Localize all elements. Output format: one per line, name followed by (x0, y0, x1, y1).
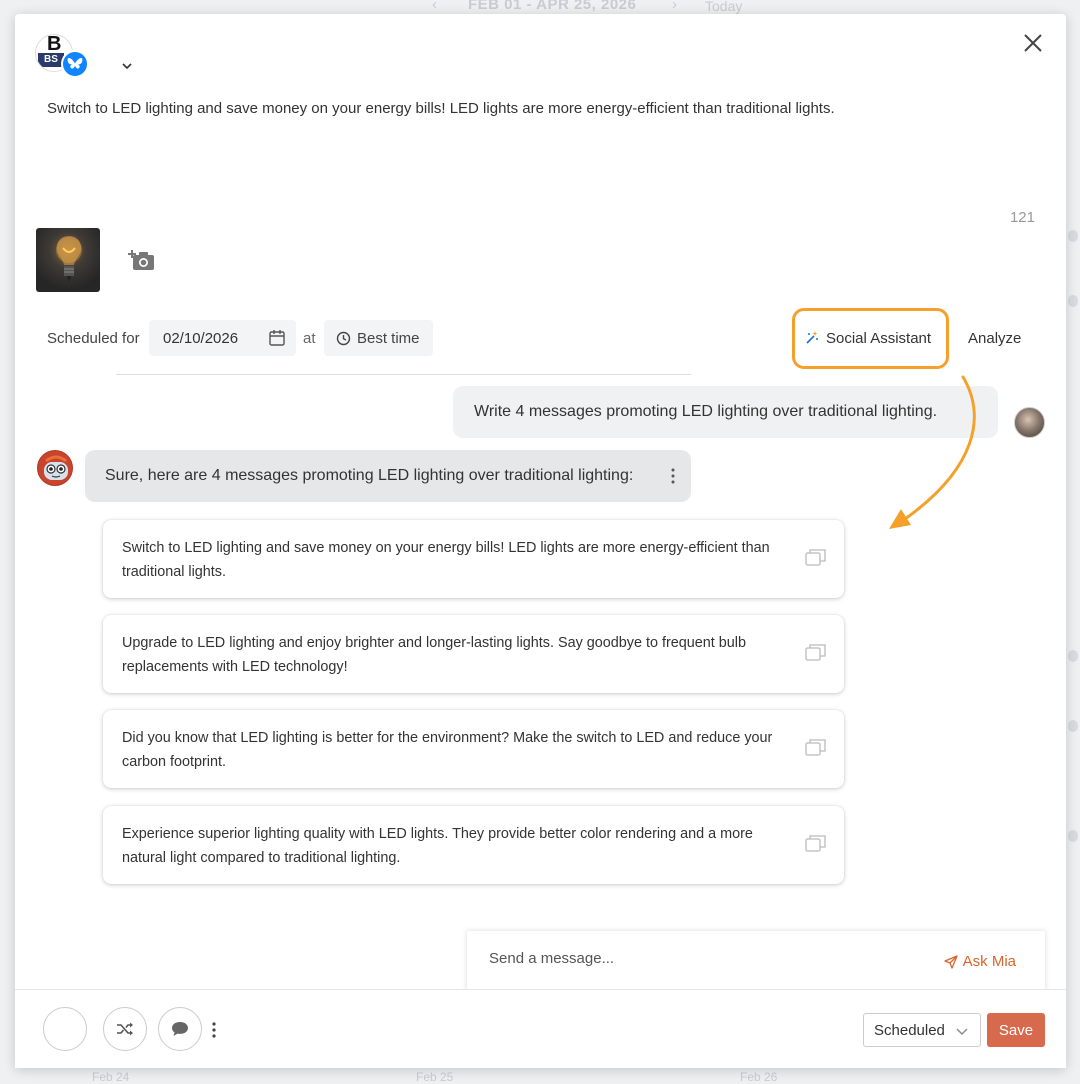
close-icon[interactable] (1022, 32, 1044, 54)
suggestion-text: Did you know that LED lighting is better… (122, 730, 773, 770)
suggestion-text: Upgrade to LED lighting and enjoy bright… (122, 635, 747, 675)
mia-avatar (37, 450, 73, 486)
next-range-icon[interactable]: › (672, 0, 677, 13)
copy-icon[interactable] (805, 738, 826, 756)
calendar-sidebar-strip (1066, 20, 1080, 1060)
shuffle-icon (117, 1022, 133, 1036)
social-assistant-label: Social Assistant (826, 329, 932, 347)
user-message-text: Write 4 messages promoting LED lighting … (474, 403, 938, 420)
best-time-label: Best time (357, 329, 420, 347)
suggestion-card[interactable]: Switch to LED lighting and save money on… (103, 520, 844, 598)
ai-reply: Sure, here are 4 messages promoting LED … (85, 450, 691, 502)
user-avatar (1014, 407, 1045, 438)
scheduled-for-label: Scheduled for (47, 330, 140, 347)
add-photo-icon[interactable] (128, 248, 156, 272)
account-selector[interactable]: B BS (35, 34, 132, 78)
calendar-day-labels: Feb 24 Feb 25 Feb 26 (0, 1068, 1080, 1084)
analyze-button[interactable]: Analyze (968, 330, 1021, 347)
suggestion-card[interactable]: Experience superior lighting quality wit… (103, 806, 844, 884)
copy-icon[interactable] (805, 548, 826, 566)
copy-icon[interactable] (805, 834, 826, 852)
chat-input[interactable] (487, 949, 927, 968)
at-label: at (303, 330, 316, 347)
ask-mia-label: Ask Mia (962, 953, 1016, 970)
suggestion-card[interactable]: Did you know that LED lighting is better… (103, 710, 844, 788)
magic-wand-icon (806, 331, 818, 344)
clock-icon (336, 331, 351, 345)
more-vertical-icon[interactable] (212, 1022, 216, 1038)
date-range[interactable]: FEB 01 - APR 25, 2026 (468, 0, 636, 13)
comment-button[interactable] (158, 1007, 202, 1051)
best-time-button[interactable]: Best time (324, 320, 433, 356)
suggestion-card[interactable]: Upgrade to LED lighting and enjoy bright… (103, 615, 844, 693)
send-icon (944, 954, 958, 969)
prev-range-icon[interactable]: ‹ (432, 0, 437, 13)
day-label: Feb 25 (416, 1070, 454, 1084)
char-count: 121 (1009, 209, 1035, 226)
save-button[interactable]: Save (987, 1013, 1045, 1047)
suggestion-text: Experience superior lighting quality wit… (122, 826, 753, 866)
post-text[interactable]: Switch to LED lighting and save money on… (47, 100, 835, 117)
chevron-down-icon (956, 1028, 968, 1035)
date-picker[interactable]: 02/10/2026 (149, 320, 296, 356)
calendar-header: ‹ FEB 01 - APR 25, 2026 › Today (0, 0, 1080, 14)
bluesky-icon (61, 50, 89, 78)
divider (116, 374, 691, 375)
ask-mia-button[interactable]: Ask Mia (944, 953, 1016, 970)
suggestion-text: Switch to LED lighting and save money on… (122, 540, 770, 580)
ai-reply-text: Sure, here are 4 messages promoting LED … (105, 467, 634, 484)
calendar-icon (269, 330, 285, 346)
day-label: Feb 24 (92, 1070, 130, 1084)
more-vertical-icon[interactable] (671, 467, 675, 485)
empty-circle-button[interactable] (43, 1007, 87, 1051)
modal-footer: Scheduled Save (15, 989, 1066, 1068)
chat-input-box: Ask Mia (467, 931, 1045, 991)
shuffle-button[interactable] (103, 1007, 147, 1051)
chevron-down-icon (122, 63, 132, 70)
status-value: Scheduled (874, 1021, 945, 1039)
today-button[interactable]: Today (705, 0, 742, 14)
attached-image-thumbnail[interactable] (36, 228, 100, 292)
copy-icon[interactable] (805, 643, 826, 661)
day-label: Feb 26 (740, 1070, 778, 1084)
user-message: Write 4 messages promoting LED lighting … (453, 386, 998, 438)
compose-modal: B BS Switch to LED lighting and save mone… (15, 14, 1066, 1068)
social-assistant-button[interactable]: Social Assistant (804, 320, 931, 356)
date-value: 02/10/2026 (163, 329, 239, 347)
comment-icon (172, 1022, 188, 1036)
status-select[interactable]: Scheduled (863, 1013, 981, 1047)
